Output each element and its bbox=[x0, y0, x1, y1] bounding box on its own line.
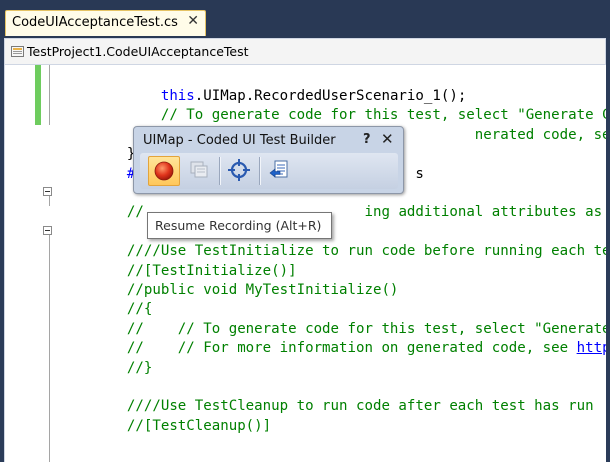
generate-code-icon bbox=[269, 160, 288, 178]
code-line[interactable]: ////Use TestInitialize to run code befor… bbox=[59, 243, 606, 259]
code-editor[interactable]: this.UIMap.RecordedUserScenario_1(); // … bbox=[4, 65, 606, 462]
code-token: // // To generate code for this test, se… bbox=[126, 320, 606, 337]
builder-title: UIMap - Coded UI Test Builder bbox=[143, 133, 336, 148]
show-recorded-steps-button[interactable] bbox=[184, 156, 216, 186]
code-line[interactable]: // // For more information on generated … bbox=[59, 340, 606, 356]
code-token: this bbox=[160, 88, 195, 104]
class-icon bbox=[11, 46, 24, 57]
toolbar-separator bbox=[219, 157, 221, 185]
code-token: // // For more information on generated … bbox=[126, 340, 577, 357]
code-token: ing additional attributes as you bbox=[364, 204, 603, 221]
tab-title: CodeUIAcceptanceTest.cs bbox=[12, 15, 178, 30]
code-line[interactable]: // To generate code for this test, selec… bbox=[59, 107, 606, 123]
record-button[interactable] bbox=[148, 156, 180, 186]
tab-codeuiacceptancetest[interactable]: CodeUIAcceptanceTest.cs ✕ bbox=[5, 10, 206, 36]
editor-margin bbox=[5, 65, 35, 462]
right-edge bbox=[606, 65, 610, 462]
generate-code-button[interactable] bbox=[264, 156, 296, 186]
recorded-steps-icon bbox=[190, 161, 208, 178]
outline-guide bbox=[49, 235, 50, 462]
code-token: nerated code, see bbox=[474, 126, 606, 143]
tooltip-text: Resume Recording (Alt+R) bbox=[155, 218, 322, 233]
code-line[interactable]: } bbox=[59, 146, 136, 163]
code-line[interactable]: // // To generate code for this test, se… bbox=[59, 321, 606, 337]
code-token: //[TestInitialize()] bbox=[126, 262, 297, 279]
code-line[interactable]: ////Use TestCleanup to run code after ea… bbox=[59, 398, 594, 414]
code-token: //public void MyTestInitialize() bbox=[126, 282, 399, 298]
crosshair-icon bbox=[228, 159, 250, 181]
collapse-icon[interactable] bbox=[43, 226, 52, 235]
breadcrumb-label: TestProject1.CodeUIAcceptanceTest bbox=[27, 44, 249, 59]
help-icon[interactable]: ? bbox=[363, 132, 371, 147]
code-token: // To generate code for this test, selec… bbox=[160, 107, 606, 124]
code-link[interactable]: http bbox=[577, 340, 606, 356]
code-token: ////Use TestCleanup to run code after ea… bbox=[126, 398, 594, 415]
code-token: } bbox=[59, 146, 136, 163]
ide-frame: CodeUIAcceptanceTest.cs ✕ TestProject1.C… bbox=[0, 0, 610, 462]
record-icon bbox=[154, 161, 174, 181]
code-line[interactable]: //{ bbox=[59, 301, 152, 317]
code-token: //} bbox=[126, 359, 153, 376]
document-tab-bar: CodeUIAcceptanceTest.cs ✕ bbox=[0, 0, 610, 38]
code-line[interactable]: //[TestInitialize()] bbox=[59, 263, 297, 279]
code-token: ////Use TestInitialize to run code befor… bbox=[126, 243, 606, 260]
outline-guide bbox=[49, 65, 50, 125]
code-token: .UIMap.RecordedUserScenario_1(); bbox=[194, 88, 467, 104]
coded-ui-test-builder-window[interactable]: UIMap - Coded UI Test Builder ? ✕ bbox=[133, 126, 404, 194]
change-indicator bbox=[35, 65, 41, 125]
add-assertions-button[interactable] bbox=[224, 156, 256, 186]
code-token: // bbox=[126, 204, 144, 221]
close-icon[interactable]: ✕ bbox=[381, 130, 394, 148]
tooltip: Resume Recording (Alt+R) bbox=[147, 212, 332, 239]
collapse-icon[interactable] bbox=[43, 187, 52, 196]
toolbar-separator bbox=[259, 157, 261, 185]
code-token: s bbox=[415, 165, 424, 182]
code-line[interactable]: // ing additional attributes as you bbox=[59, 204, 606, 220]
breadcrumb[interactable]: TestProject1.CodeUIAcceptanceTest bbox=[4, 38, 606, 65]
code-token: //{ bbox=[126, 301, 153, 318]
code-line[interactable]: //public void MyTestInitialize() bbox=[59, 282, 399, 298]
code-line[interactable]: //} bbox=[59, 360, 152, 376]
code-token: //[TestCleanup()] bbox=[126, 417, 272, 434]
close-icon[interactable]: ✕ bbox=[187, 13, 199, 29]
outline-guide bbox=[49, 196, 50, 206]
code-line[interactable]: this.UIMap.RecordedUserScenario_1(); bbox=[59, 88, 466, 104]
builder-toolbar bbox=[140, 153, 398, 189]
code-line[interactable]: //[TestCleanup()] bbox=[59, 418, 271, 434]
